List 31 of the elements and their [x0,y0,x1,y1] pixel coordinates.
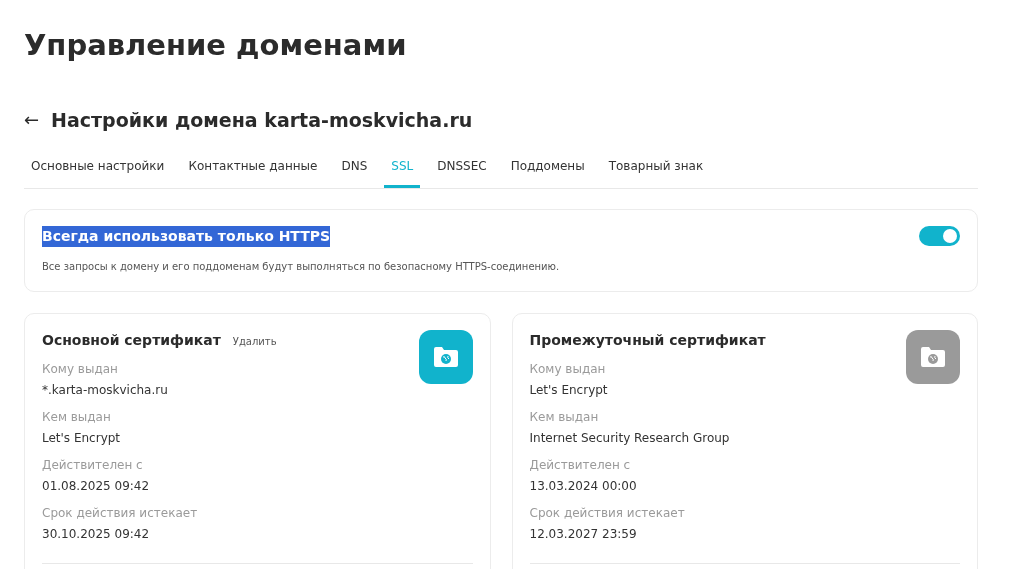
tab[interactable]: Контактные данные [181,154,325,188]
tab[interactable]: Поддомены [503,154,592,188]
delete-link[interactable]: Удалить [232,333,277,349]
field-label: Срок действия истекает [42,504,199,522]
field-label: Действителен с [529,456,632,474]
tab[interactable]: Товарный знак [601,154,711,188]
tab[interactable]: DNS [334,154,375,188]
certificate-title: Промежуточный сертификат [529,330,766,350]
field-label: Кем выдан [529,408,600,426]
setting-title: Всегда использовать только HTTPS [42,225,331,247]
field-value: Let's Encrypt [42,429,122,447]
field-label: Кому выдан [529,360,607,378]
field-label: Кому выдан [42,360,119,378]
tab[interactable]: Основные настройки [24,154,172,188]
https-toggle[interactable] [919,226,960,246]
page-title: Управление доменами [24,27,408,64]
field-value: 30.10.2025 09:42 [42,525,151,543]
field-value: 01.08.2025 09:42 [42,477,151,495]
tab[interactable]: DNSSEC [430,154,494,188]
certificate-title: Основной сертификат [42,330,221,350]
field-label: Действителен с [42,456,144,474]
field-label: Срок действия истекает [529,504,686,522]
domain-title: Настройки домена karta-moskvicha.ru [51,108,473,133]
field-value: Let's Encrypt [529,381,609,399]
back-button[interactable]: ← [24,111,40,130]
field-value: 13.03.2024 00:00 [529,477,638,495]
setting-description: Все запросы к домену и его поддоменам будут выполняться по безопасному HTTPS-соединению. [42,259,561,274]
field-value: Internet Security Research Group [529,429,731,447]
field-value: 12.03.2027 23:59 [529,525,638,543]
field-label: Кем выдан [42,408,112,426]
field-value: *.karta-moskvicha.ru [42,381,169,399]
